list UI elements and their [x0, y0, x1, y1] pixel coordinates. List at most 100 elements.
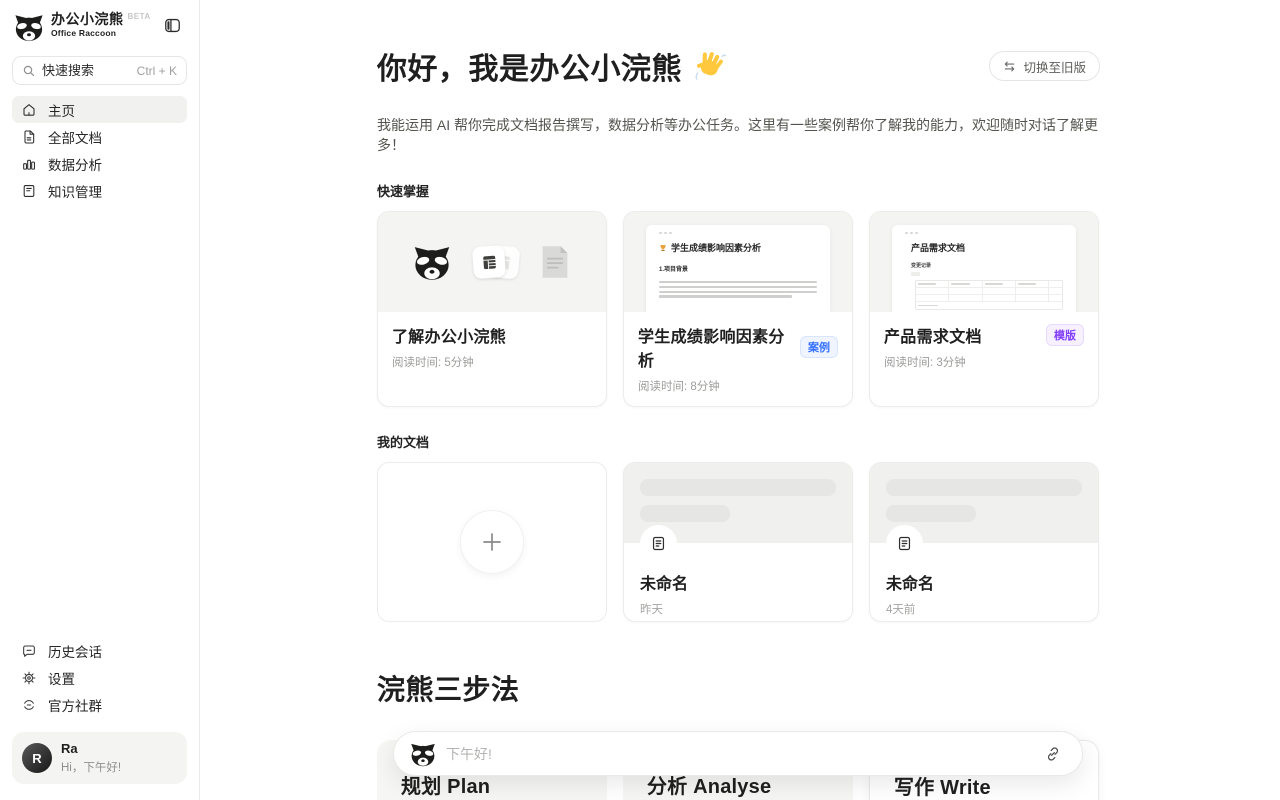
- new-document-card[interactable]: [377, 462, 607, 622]
- doc-title: 未命名: [886, 570, 1082, 594]
- doc-icon-circle: [640, 525, 677, 562]
- collapse-sidebar-button[interactable]: [159, 12, 185, 38]
- chat-input[interactable]: [446, 746, 1030, 762]
- user-info: Ra Hi，下午好!: [61, 741, 121, 775]
- preview-chip: [911, 272, 920, 276]
- hero-row: 你好，我是办公小浣熊: [377, 44, 1100, 88]
- card-preview: 学生成绩影响因素分析 1.项目背景: [624, 212, 852, 312]
- search-input[interactable]: [42, 63, 112, 78]
- main-content: 你好，我是办公小浣熊: [200, 0, 1280, 800]
- page-title: 你好，我是办公小浣熊: [377, 44, 726, 88]
- search-shortcut: Ctrl + K: [137, 64, 177, 78]
- doc-title: 未命名: [640, 570, 836, 594]
- placeholder-bar: [640, 479, 836, 496]
- preview-text-lines: [659, 281, 817, 298]
- page-subtitle: 我能运用 AI 帮你完成文档报告撰写，数据分析等办公任务。这里有一些案例帮你了解…: [377, 115, 1100, 156]
- sidebar-item-settings[interactable]: 设置: [12, 664, 187, 691]
- app-window: 办公小浣熊 BETA Office Raccoon Ctrl + K: [0, 0, 1280, 800]
- app-title-block: 办公小浣熊 BETA Office Raccoon: [51, 12, 151, 38]
- main-area: 你好，我是办公小浣熊: [200, 0, 1280, 800]
- preview-table: [915, 280, 1063, 310]
- document-page-preview: 学生成绩影响因素分析 1.项目背景: [646, 225, 830, 312]
- spreadsheet-files-icon: [473, 244, 517, 280]
- preview-doc-title-row: 产品需求文档: [911, 241, 1063, 254]
- card-preview: [378, 212, 606, 312]
- document-page-preview: 产品需求文档 变更记录: [892, 225, 1076, 312]
- sidebar-item-knowledge[interactable]: 知识管理: [12, 177, 187, 204]
- card-title: 了解办公小浣熊: [392, 323, 506, 347]
- preview-doc-title: 学生成绩影响因素分析: [671, 241, 761, 254]
- search-box[interactable]: Ctrl + K: [12, 56, 187, 85]
- placeholder-bar: [886, 505, 976, 522]
- placeholder-bar: [640, 505, 730, 522]
- template-badge: 模版: [1046, 324, 1084, 346]
- quick-card-case[interactable]: 学生成绩影响因素分析 1.项目背景 学生成绩影响因素分析 案例: [623, 211, 853, 407]
- page-dots: [659, 232, 817, 235]
- raccoon-icon: [413, 243, 451, 281]
- sidebar-item-community[interactable]: 官方社群: [12, 691, 187, 718]
- steps-heading: 浣熊三步法: [377, 668, 1280, 708]
- gray-document-icon: [539, 244, 571, 280]
- panel-collapse-icon: [163, 16, 182, 35]
- card-title: 学生成绩影响因素分析: [638, 323, 800, 371]
- user-greeting: Hi，下午好!: [61, 759, 121, 775]
- sidebar-bottom: 历史会话 设置 官方社群 R Ra: [12, 637, 187, 784]
- page-dots: [905, 232, 1063, 235]
- sidebar-item-all-docs[interactable]: 全部文档: [12, 123, 187, 150]
- chat-bar[interactable]: [393, 731, 1083, 776]
- card-preview: 产品需求文档 变更记录: [870, 212, 1098, 312]
- card-meta: 阅读时间: 8分钟: [638, 378, 838, 394]
- book-icon: [21, 183, 37, 199]
- preview-icons-strip: [378, 212, 606, 312]
- sidebar-header: 办公小浣熊 BETA Office Raccoon: [12, 10, 187, 42]
- sidebar-item-label: 数据分析: [48, 154, 102, 174]
- card-info: 了解办公小浣熊 阅读时间: 5分钟: [378, 312, 606, 382]
- card-info: 学生成绩影响因素分析 案例 阅读时间: 8分钟: [624, 312, 852, 406]
- trophy-icon: [659, 244, 667, 252]
- my-doc-card[interactable]: 未命名 4天前: [869, 462, 1099, 622]
- user-card[interactable]: R Ra Hi，下午好!: [12, 732, 187, 784]
- switch-to-old-version-button[interactable]: 切换至旧版: [989, 51, 1100, 81]
- switch-button-label: 切换至旧版: [1023, 57, 1086, 76]
- quick-card-template[interactable]: 产品需求文档 变更记录: [869, 211, 1099, 407]
- preview-doc-sub: 变更记录: [911, 262, 1063, 269]
- search-icon: [22, 64, 36, 78]
- sidebar-nav: 主页 全部文档 数据分析: [12, 96, 187, 204]
- preview-doc-title: 产品需求文档: [911, 241, 965, 254]
- home-icon: [21, 102, 37, 118]
- sidebar-item-data-analysis[interactable]: 数据分析: [12, 150, 187, 177]
- placeholder-bar: [886, 479, 1082, 496]
- case-badge: 案例: [800, 336, 838, 358]
- sidebar-item-label: 官方社群: [48, 695, 102, 715]
- doc-meta: 昨天: [640, 601, 836, 617]
- card-meta: 阅读时间: 5分钟: [392, 354, 592, 370]
- sidebar-item-label: 设置: [48, 668, 75, 688]
- card-title: 产品需求文档: [884, 323, 982, 347]
- plus-icon: [480, 530, 504, 554]
- sidebar-item-history[interactable]: 历史会话: [12, 637, 187, 664]
- doc-icon-circle: [886, 525, 923, 562]
- my-docs-row: 未命名 昨天 未命: [377, 462, 1100, 622]
- sidebar-item-label: 历史会话: [48, 641, 102, 661]
- sidebar: 办公小浣熊 BETA Office Raccoon Ctrl + K: [0, 0, 200, 800]
- document-icon: [21, 129, 37, 145]
- app-subtitle: Office Raccoon: [51, 29, 151, 38]
- wave-hand-icon: [694, 50, 726, 82]
- attach-link-button[interactable]: [1040, 741, 1066, 767]
- raccoon-icon: [410, 741, 436, 767]
- sidebar-item-home[interactable]: 主页: [12, 96, 187, 123]
- user-name: Ra: [61, 741, 121, 757]
- quick-cards-row: 了解办公小浣熊 阅读时间: 5分钟: [377, 211, 1100, 407]
- quick-card-intro[interactable]: 了解办公小浣熊 阅读时间: 5分钟: [377, 211, 607, 407]
- card-meta: 阅读时间: 3分钟: [884, 354, 1084, 370]
- quick-section-label: 快速掌握: [377, 181, 1280, 200]
- my-doc-card[interactable]: 未命名 昨天: [623, 462, 853, 622]
- gear-icon: [21, 670, 37, 686]
- sidebar-item-label: 主页: [48, 100, 75, 120]
- community-icon: [21, 697, 37, 713]
- chat-history-icon: [21, 643, 37, 659]
- raccoon-logo-icon: [14, 12, 44, 42]
- bar-chart-icon: [21, 156, 37, 172]
- docs-section-label: 我的文档: [377, 432, 1280, 451]
- plus-circle: [460, 510, 524, 574]
